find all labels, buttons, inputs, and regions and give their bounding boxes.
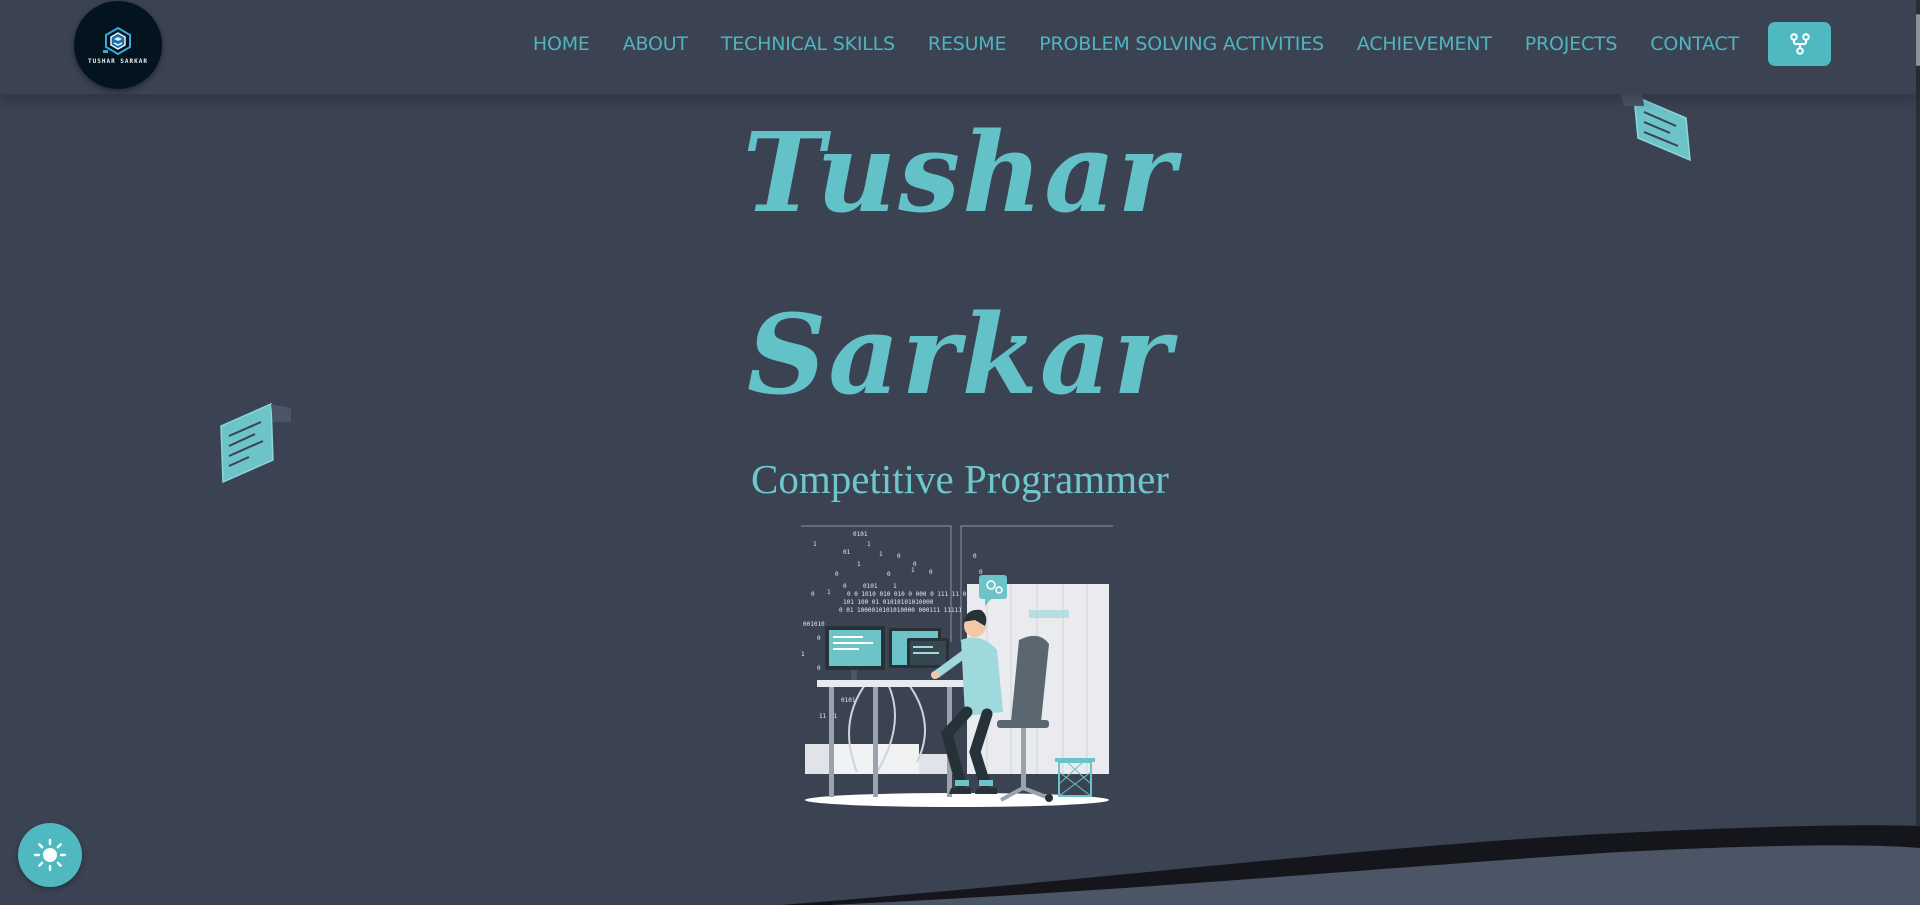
theme-toggle-button[interactable] [18, 823, 82, 887]
svg-text:0: 0 [929, 569, 933, 576]
svg-text:0: 0 [973, 553, 977, 560]
main-nav: HOME ABOUT TECHNICAL SKILLS RESUME PROBL… [500, 22, 1831, 66]
hero-first-name: Tushar [742, 108, 1178, 237]
svg-text:0101: 0101 [853, 531, 868, 538]
navbar: TUSHAR SARKAR HOME ABOUT TECHNICAL SKILL… [0, 0, 1916, 94]
svg-text:0: 0 [979, 569, 983, 576]
hero-subtitle: Competitive Programmer [751, 456, 1169, 502]
svg-text:0: 0 [887, 571, 891, 578]
svg-text:0: 0 [835, 571, 839, 578]
svg-text:1: 1 [801, 651, 805, 658]
page: TUSHAR SARKAR HOME ABOUT TECHNICAL SKILL… [0, 0, 1920, 905]
svg-text:0 01 1000010101010000 000111 1: 0 01 1000010101010000 000111 11111 [839, 607, 962, 614]
svg-text:0101: 0101 [863, 583, 878, 590]
svg-text:1: 1 [813, 541, 817, 548]
nav-home[interactable]: HOME [533, 33, 590, 55]
svg-text:0101: 0101 [841, 697, 856, 704]
svg-text:11 01: 11 01 [819, 713, 837, 720]
nav-contact[interactable]: CONTACT [1650, 33, 1739, 55]
svg-text:1: 1 [879, 551, 883, 558]
svg-text:1: 1 [867, 541, 871, 548]
hero-last-name: Sarkar [746, 290, 1174, 419]
nav-resume[interactable]: RESUME [928, 33, 1007, 55]
svg-text:0: 0 [843, 583, 847, 590]
svg-text:01: 01 [843, 549, 851, 556]
svg-text:1: 1 [893, 583, 897, 590]
nav-achievement[interactable]: ACHIEVEMENT [1357, 33, 1492, 55]
sun-icon [33, 838, 67, 872]
svg-text:101 100 01 01010101010000: 101 100 01 01010101010000 [843, 599, 934, 606]
programmer-illustration: 01011 1 01 1 0 1 00 01 0 0 0101 1 10 0 1010 010… [801, 525, 1113, 807]
nav-projects[interactable]: PROJECTS [1525, 33, 1618, 55]
nav-problem-solving[interactable]: PROBLEM SOLVING ACTIVITIES [1039, 33, 1324, 55]
logo-emblem-icon [103, 26, 131, 55]
svg-text:0: 0 [897, 553, 901, 560]
svg-text:0: 0 [817, 635, 821, 642]
fork-button[interactable] [1768, 22, 1831, 66]
svg-text:0 0 1010 010 010 0 000 0 111 1: 0 0 1010 010 010 0 000 0 111 11 0 [847, 591, 967, 598]
svg-text:001010: 001010 [803, 621, 825, 628]
svg-text:1: 1 [857, 561, 861, 568]
logo-text: TUSHAR SARKAR [88, 57, 148, 65]
nav-about[interactable]: ABOUT [623, 33, 688, 55]
svg-text:0: 0 [811, 591, 815, 598]
git-fork-icon [1789, 33, 1810, 55]
bottom-wave [780, 825, 1920, 905]
logo[interactable]: TUSHAR SARKAR [74, 1, 162, 89]
nav-technical-skills[interactable]: TECHNICAL SKILLS [721, 33, 895, 55]
svg-text:1: 1 [827, 589, 831, 596]
svg-text:1: 1 [911, 567, 915, 574]
svg-text:0: 0 [817, 665, 821, 672]
